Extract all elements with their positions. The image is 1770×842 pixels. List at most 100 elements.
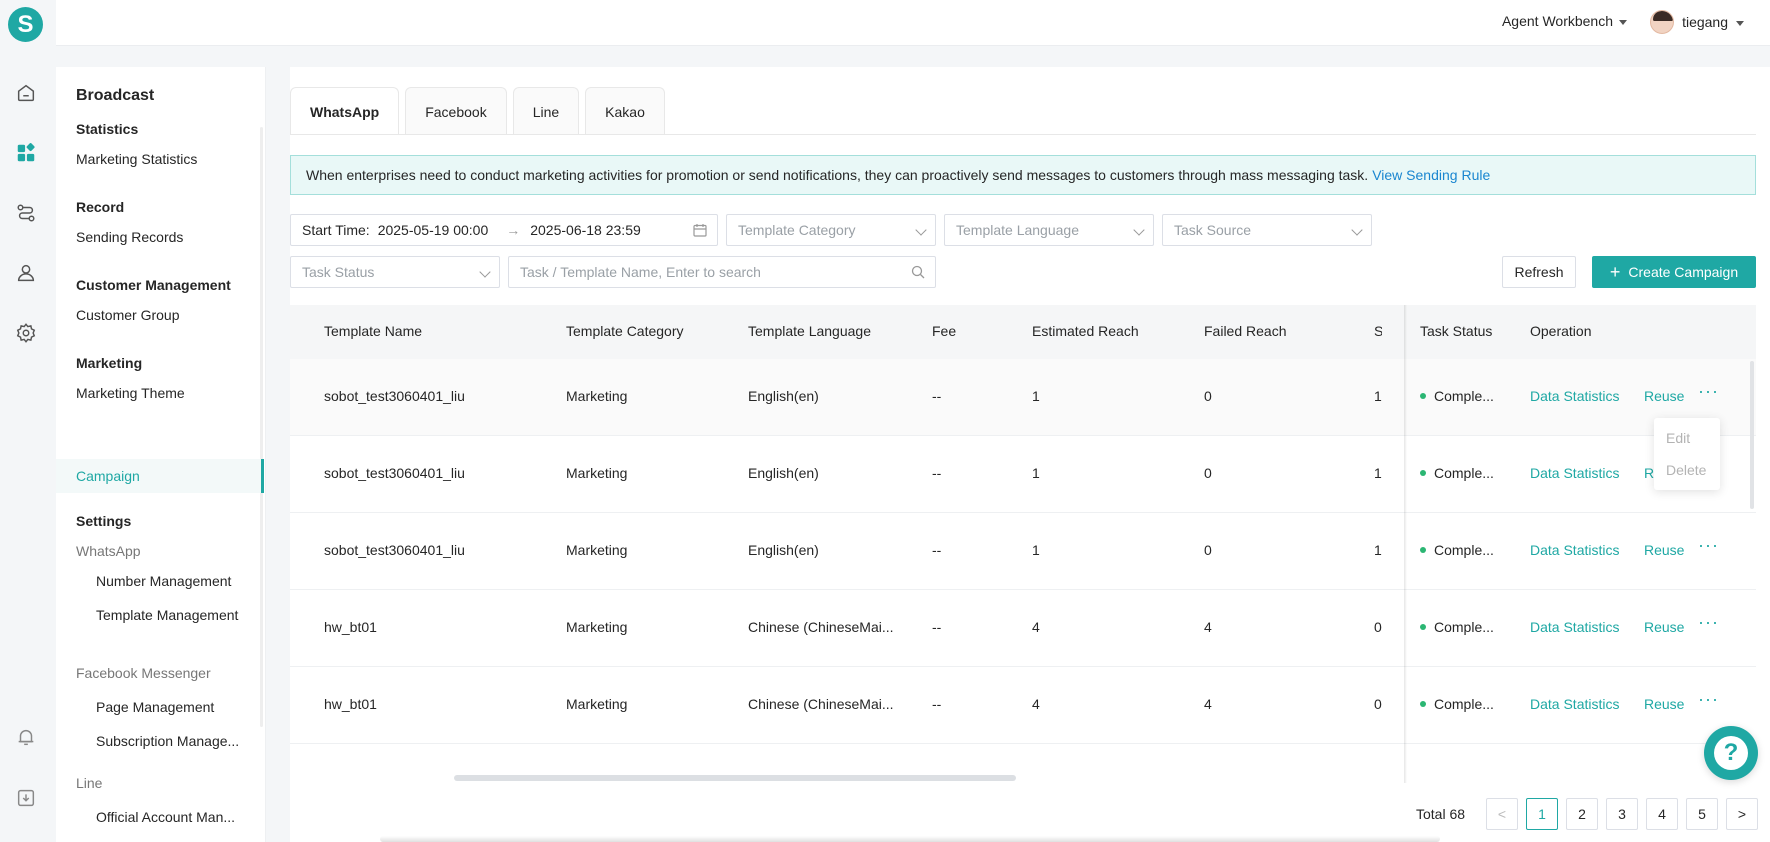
cell-fee: -- — [932, 619, 942, 635]
cell-template-language: Chinese (ChineseMai... — [748, 619, 894, 635]
pagination-total: Total 68 — [1416, 806, 1466, 822]
menu-sending-records[interactable]: Sending Records — [76, 229, 183, 245]
horizontal-scrollbar[interactable] — [454, 775, 1016, 781]
more-actions-icon[interactable]: ··· — [1698, 381, 1719, 402]
start-time-value[interactable]: 2025-05-19 00:00 — [378, 222, 489, 238]
app-logo[interactable]: S — [8, 7, 43, 42]
reuse-link[interactable]: Reuse — [1644, 388, 1684, 404]
page-5-button[interactable]: 5 — [1686, 798, 1718, 830]
cell-template-language: English(en) — [748, 388, 819, 404]
cell-template-category: Marketing — [566, 388, 628, 404]
view-sending-rule-link[interactable]: View Sending Rule — [1372, 167, 1490, 183]
task-status-placeholder: Task Status — [302, 264, 375, 280]
user-menu[interactable]: tiegang — [1650, 10, 1744, 34]
col-template-language: Template Language — [748, 323, 871, 339]
tab-kakao[interactable]: Kakao — [585, 87, 665, 135]
task-source-select[interactable]: Task Source — [1162, 214, 1372, 246]
cell-template-language: Chinese (ChineseMai... — [748, 696, 894, 712]
cell-failed-reach: 0 — [1204, 388, 1212, 404]
menu-label-whatsapp: WhatsApp — [76, 543, 141, 559]
routing-icon[interactable] — [14, 201, 38, 225]
tab-whatsapp[interactable]: WhatsApp — [290, 87, 400, 135]
status-dot-icon — [1420, 624, 1426, 631]
apps-icon[interactable] — [14, 141, 38, 165]
notice-banner: When enterprises need to conduct marketi… — [290, 155, 1756, 195]
start-time-range[interactable]: Start Time: 2025-05-19 00:00 → 2025-06-1… — [290, 214, 718, 246]
col-failed-reach: Failed Reach — [1204, 323, 1287, 339]
data-statistics-link[interactable]: Data Statistics — [1530, 696, 1619, 712]
workbench-switcher[interactable]: Agent Workbench — [1502, 13, 1627, 29]
user-name: tiegang — [1682, 14, 1728, 30]
cell-fee: -- — [932, 696, 942, 712]
page-4-button[interactable]: 4 — [1646, 798, 1678, 830]
menu-official-account-management[interactable]: Official Account Man... — [96, 809, 235, 825]
status-text: Comple... — [1434, 542, 1494, 558]
menu-page-management[interactable]: Page Management — [96, 699, 214, 715]
task-source-placeholder: Task Source — [1174, 222, 1252, 238]
status-dot-icon — [1420, 701, 1426, 708]
menu-label-line: Line — [76, 775, 103, 791]
home-icon[interactable] — [14, 81, 38, 105]
more-actions-icon[interactable]: ··· — [1698, 535, 1719, 556]
page-1-button[interactable]: 1 — [1526, 798, 1558, 830]
vertical-scrollbar[interactable] — [1750, 361, 1754, 509]
end-time-value[interactable]: 2025-06-18 23:59 — [530, 222, 641, 238]
submenu-scrollbar[interactable] — [260, 127, 263, 727]
fixed-column-shadow — [1404, 305, 1407, 783]
status-text: Comple... — [1434, 388, 1494, 404]
workbench-label: Agent Workbench — [1501, 13, 1613, 29]
data-statistics-link[interactable]: Data Statistics — [1530, 542, 1619, 558]
create-campaign-button[interactable]: + Create Campaign — [1592, 256, 1756, 288]
menu-template-management[interactable]: Template Management — [96, 607, 238, 623]
data-statistics-link[interactable]: Data Statistics — [1530, 619, 1619, 635]
task-status-select[interactable]: Task Status — [290, 256, 500, 288]
reuse-link[interactable]: Reuse — [1644, 696, 1684, 712]
chevron-down-icon — [915, 224, 927, 236]
col-task-status: Task Status — [1420, 323, 1493, 339]
status-dot-icon — [1420, 393, 1426, 400]
caret-down-icon — [1619, 19, 1627, 25]
refresh-button[interactable]: Refresh — [1502, 256, 1576, 288]
data-statistics-link[interactable]: Data Statistics — [1530, 388, 1619, 404]
reuse-link[interactable]: Reuse — [1644, 619, 1684, 635]
download-icon[interactable] — [14, 786, 38, 810]
status-text: Comple... — [1434, 465, 1494, 481]
edit-menu-item[interactable]: Edit — [1666, 430, 1690, 446]
search-input[interactable]: Task / Template Name, Enter to search — [508, 256, 936, 288]
cell-estimated-reach: 1 — [1032, 388, 1040, 404]
cell-template-category: Marketing — [566, 465, 628, 481]
cell-partial: 0 — [1374, 696, 1382, 712]
search-placeholder: Task / Template Name, Enter to search — [520, 264, 761, 280]
sub-menu: Broadcast Statistics Marketing Statistic… — [56, 67, 266, 842]
page-2-button[interactable]: 2 — [1566, 798, 1598, 830]
delete-menu-item[interactable]: Delete — [1666, 462, 1706, 478]
cell-failed-reach: 0 — [1204, 465, 1212, 481]
menu-customer-group[interactable]: Customer Group — [76, 307, 179, 323]
user-icon[interactable] — [14, 261, 38, 285]
next-page-button[interactable]: > — [1726, 798, 1758, 830]
reuse-link[interactable]: Reuse — [1644, 542, 1684, 558]
tab-line[interactable]: Line — [512, 87, 580, 135]
menu-subscription-management[interactable]: Subscription Manage... — [96, 733, 239, 749]
submenu-title: Broadcast — [76, 87, 155, 104]
cell-template-language: English(en) — [748, 465, 819, 481]
data-statistics-link[interactable]: Data Statistics — [1530, 465, 1619, 481]
template-language-select[interactable]: Template Language — [944, 214, 1154, 246]
cell-task-status: Comple... — [1420, 696, 1494, 712]
menu-campaign[interactable]: Campaign — [76, 468, 140, 484]
help-button[interactable]: ? — [1704, 726, 1758, 780]
more-actions-icon[interactable]: ··· — [1698, 612, 1719, 633]
bell-icon[interactable] — [14, 725, 38, 749]
cell-estimated-reach: 4 — [1032, 619, 1040, 635]
page-3-button[interactable]: 3 — [1606, 798, 1638, 830]
menu-number-management[interactable]: Number Management — [96, 573, 231, 589]
menu-marketing-statistics[interactable]: Marketing Statistics — [76, 151, 197, 167]
menu-marketing-theme[interactable]: Marketing Theme — [76, 385, 185, 401]
template-category-select[interactable]: Template Category — [726, 214, 936, 246]
prev-page-button[interactable]: < — [1486, 798, 1518, 830]
table-row: sobot_test3060401_liu Marketing English(… — [290, 513, 1756, 590]
settings-icon[interactable] — [14, 321, 38, 345]
cell-task-status: Comple... — [1420, 465, 1494, 481]
tab-facebook[interactable]: Facebook — [405, 87, 507, 135]
more-actions-icon[interactable]: ··· — [1698, 689, 1719, 710]
